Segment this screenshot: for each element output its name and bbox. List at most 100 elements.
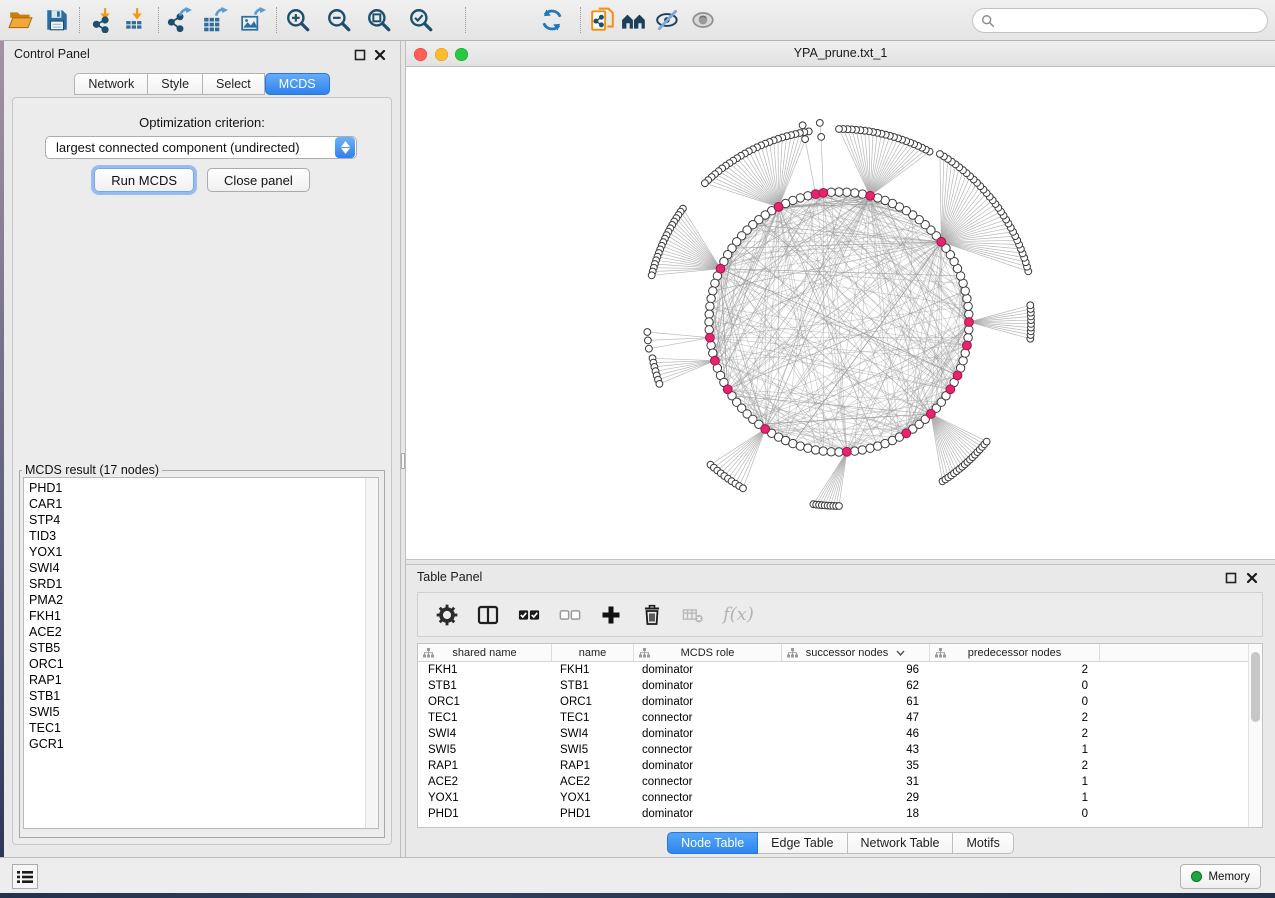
table-cell-shared_name[interactable]: STB1 xyxy=(418,678,552,694)
table-row[interactable]: RAP1RAP1dominator352 xyxy=(418,758,1248,774)
table-cell-shared_name[interactable]: SWI5 xyxy=(418,742,552,758)
table-cell-name[interactable]: ORC1 xyxy=(552,694,634,710)
import-network-button[interactable] xyxy=(90,5,120,35)
export-network-button[interactable] xyxy=(166,5,196,35)
table-cell-shared_name[interactable]: ACE2 xyxy=(418,774,552,790)
memory-button[interactable]: Memory xyxy=(1180,864,1261,889)
show-column-panel-icon[interactable] xyxy=(475,602,501,628)
table-cell-predecessor_nodes[interactable]: 1 xyxy=(930,742,1100,758)
select-all-columns-icon[interactable] xyxy=(516,602,542,628)
mcds-result-item[interactable]: SWI4 xyxy=(24,560,364,576)
table-cell-mcds_role[interactable]: dominator xyxy=(634,662,782,678)
table-row[interactable]: SWI5SWI5connector431 xyxy=(418,742,1248,758)
table-cell-name[interactable]: SWI4 xyxy=(552,726,634,742)
table-cell-successor_nodes[interactable]: 18 xyxy=(782,806,930,822)
table-cell-predecessor_nodes[interactable]: 2 xyxy=(930,726,1100,742)
export-web-page-button[interactable] xyxy=(589,5,619,35)
table-cell-predecessor_nodes[interactable]: 2 xyxy=(930,662,1100,678)
zoom-selected-button[interactable] xyxy=(407,5,437,35)
float-panel-icon[interactable] xyxy=(1225,571,1239,585)
run-mcds-button[interactable]: Run MCDS xyxy=(94,168,194,192)
table-cell-predecessor_nodes[interactable]: 0 xyxy=(930,694,1100,710)
table-row[interactable]: FKH1FKH1dominator962 xyxy=(418,662,1248,678)
table-cell-mcds_role[interactable]: connector xyxy=(634,710,782,726)
table-cell-shared_name[interactable]: PHD1 xyxy=(418,806,552,822)
table-cell-name[interactable]: RAP1 xyxy=(552,758,634,774)
table-cell-mcds_role[interactable]: dominator xyxy=(634,726,782,742)
table-cell-shared_name[interactable]: YOX1 xyxy=(418,790,552,806)
table-cell-name[interactable]: YOX1 xyxy=(552,790,634,806)
table-cell-shared_name[interactable]: SWI4 xyxy=(418,726,552,742)
mcds-result-item[interactable]: YOX1 xyxy=(24,544,364,560)
mcds-result-item[interactable]: SWI5 xyxy=(24,704,364,720)
table-settings-gear-icon[interactable] xyxy=(434,602,460,628)
table-row[interactable]: YOX1YOX1connector291 xyxy=(418,790,1248,806)
table-cell-mcds_role[interactable]: dominator xyxy=(634,758,782,774)
tab-motifs[interactable]: Motifs xyxy=(953,832,1013,854)
delete-column-trash-icon[interactable] xyxy=(639,602,665,628)
table-row[interactable]: PHD1PHD1dominator180 xyxy=(418,806,1248,822)
mcds-result-item[interactable]: RAP1 xyxy=(24,672,364,688)
table-cell-name[interactable]: PHD1 xyxy=(552,806,634,822)
mcds-result-item[interactable]: STB1 xyxy=(24,688,364,704)
table-cell-shared_name[interactable]: TEC1 xyxy=(418,710,552,726)
tab-style[interactable]: Style xyxy=(148,73,203,95)
table-cell-shared_name[interactable]: FKH1 xyxy=(418,662,552,678)
table-cell-predecessor_nodes[interactable]: 2 xyxy=(930,710,1100,726)
column-header-name[interactable]: name xyxy=(552,644,634,661)
mcds-result-item[interactable]: CAR1 xyxy=(24,496,364,512)
table-cell-successor_nodes[interactable]: 47 xyxy=(782,710,930,726)
table-cell-mcds_role[interactable]: connector xyxy=(634,742,782,758)
column-header-shared-name[interactable]: shared name xyxy=(418,644,552,661)
mcds-result-item[interactable]: STB5 xyxy=(24,640,364,656)
apply-layout-button[interactable] xyxy=(538,5,568,35)
mcds-result-item[interactable]: STP4 xyxy=(24,512,364,528)
table-row[interactable]: TEC1TEC1connector472 xyxy=(418,710,1248,726)
export-table-button[interactable] xyxy=(201,5,231,35)
close-panel-icon[interactable] xyxy=(1246,571,1260,585)
network-graph[interactable] xyxy=(406,67,1275,559)
scrollbar-thumb[interactable] xyxy=(1251,652,1260,722)
table-cell-shared_name[interactable]: RAP1 xyxy=(418,758,552,774)
table-cell-mcds_role[interactable]: dominator xyxy=(634,694,782,710)
table-cell-successor_nodes[interactable]: 46 xyxy=(782,726,930,742)
table-cell-predecessor_nodes[interactable]: 0 xyxy=(930,806,1100,822)
zoom-out-button[interactable] xyxy=(325,5,355,35)
table-cell-predecessor_nodes[interactable]: 1 xyxy=(930,790,1100,806)
zoom-fit-button[interactable] xyxy=(365,5,395,35)
splitter-grip[interactable] xyxy=(401,453,405,469)
table-cell-predecessor_nodes[interactable]: 2 xyxy=(930,758,1100,774)
table-row[interactable]: STB1STB1dominator620 xyxy=(418,678,1248,694)
mcds-result-item[interactable]: ACE2 xyxy=(24,624,364,640)
mcds-result-item[interactable]: SRD1 xyxy=(24,576,364,592)
tab-node-table[interactable]: Node Table xyxy=(667,832,758,854)
table-cell-successor_nodes[interactable]: 31 xyxy=(782,774,930,790)
table-cell-predecessor_nodes[interactable]: 0 xyxy=(930,678,1100,694)
highlight-view-button[interactable] xyxy=(689,5,719,35)
export-image-button[interactable] xyxy=(239,5,269,35)
table-cell-name[interactable]: TEC1 xyxy=(552,710,634,726)
mcds-result-item[interactable]: PMA2 xyxy=(24,592,364,608)
mcds-list-scrollbar[interactable] xyxy=(365,478,378,828)
mcds-result-item[interactable]: TEC1 xyxy=(24,720,364,736)
mcds-result-item[interactable]: GCR1 xyxy=(24,736,364,752)
open-file-button[interactable] xyxy=(7,5,37,35)
table-cell-name[interactable]: FKH1 xyxy=(552,662,634,678)
table-cell-successor_nodes[interactable]: 96 xyxy=(782,662,930,678)
graphics-details-button[interactable] xyxy=(654,5,684,35)
criterion-select[interactable]: largest connected component (undirected) xyxy=(45,136,357,159)
table-cell-mcds_role[interactable]: dominator xyxy=(634,806,782,822)
table-cell-predecessor_nodes[interactable]: 1 xyxy=(930,774,1100,790)
table-cell-name[interactable]: ACE2 xyxy=(552,774,634,790)
table-row[interactable]: ORC1ORC1dominator610 xyxy=(418,694,1248,710)
tab-edge-table[interactable]: Edge Table xyxy=(758,832,847,854)
birds-eye-view-button[interactable] xyxy=(620,5,650,35)
close-panel-button[interactable]: Close panel xyxy=(207,168,310,192)
table-cell-name[interactable]: STB1 xyxy=(552,678,634,694)
table-cell-mcds_role[interactable]: connector xyxy=(634,790,782,806)
tab-select[interactable]: Select xyxy=(203,73,265,95)
column-header-successor-nodes[interactable]: successor nodes xyxy=(782,644,930,661)
table-cell-successor_nodes[interactable]: 29 xyxy=(782,790,930,806)
table-row[interactable]: ACE2ACE2connector311 xyxy=(418,774,1248,790)
float-panel-icon[interactable] xyxy=(354,48,368,62)
